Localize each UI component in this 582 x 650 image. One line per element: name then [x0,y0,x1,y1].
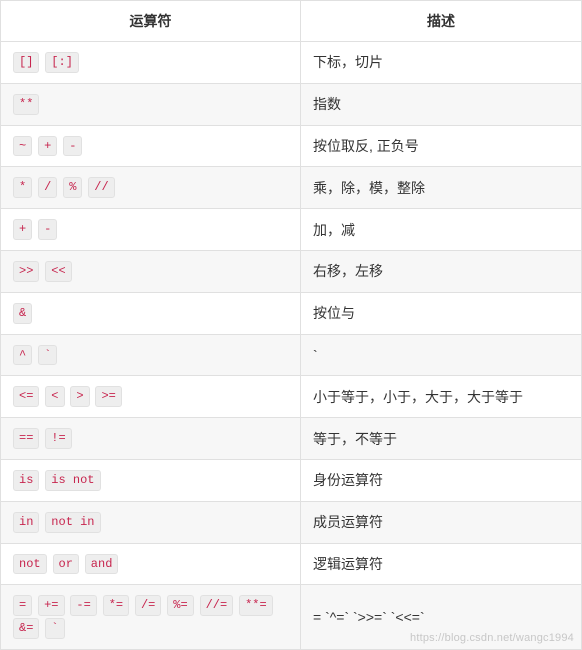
operator-token: in [13,512,39,533]
operator-token: ~ [13,136,32,157]
operator-cell: [] [:] [1,42,301,84]
description-cell: 按位与 [301,292,582,334]
operator-token: == [13,428,39,449]
table-row: * / % // 乘，除，模，整除 [1,167,582,209]
table-row: == != 等于，不等于 [1,418,582,460]
operator-token: != [45,428,71,449]
operator-token: %= [167,595,193,616]
operator-token: or [53,554,79,575]
operator-cell: in not in [1,501,301,543]
description-cell: 逻辑运算符 [301,543,582,585]
operator-token: /= [135,595,161,616]
description-cell: 身份运算符 [301,459,582,501]
operator-token: < [45,386,64,407]
table-row: in not in 成员运算符 [1,501,582,543]
operator-cell: = += -= *= /= %= //= **= &= ` [1,585,301,650]
operator-token: not [13,554,47,575]
table-row: [] [:] 下标，切片 [1,42,582,84]
header-description: 描述 [301,1,582,42]
description-cell: 成员运算符 [301,501,582,543]
description-cell: 按位取反, 正负号 [301,125,582,167]
operator-token: * [13,177,32,198]
operator-token: ** [13,94,39,115]
description-cell: 小于等于，小于，大于，大于等于 [301,376,582,418]
operator-token: ^ [13,345,32,366]
table-row: ~ + - 按位取反, 正负号 [1,125,582,167]
operator-token: //= [200,595,234,616]
operator-token: <= [13,386,39,407]
table-row: <= < > >= 小于等于，小于，大于，大于等于 [1,376,582,418]
operator-token: [] [13,52,39,73]
table-row: = += -= *= /= %= //= **= &= ` = `^=` `>>… [1,585,582,650]
operator-token: % [63,177,82,198]
operator-token: >> [13,261,39,282]
operator-token: / [38,177,57,198]
operator-cell: ^ ` [1,334,301,376]
table-row: ** 指数 [1,83,582,125]
description-cell: 下标，切片 [301,42,582,84]
operator-token: // [88,177,114,198]
operator-token: &= [13,618,39,639]
operator-token: *= [103,595,129,616]
description-cell: ` [301,334,582,376]
operator-token: = [13,595,32,616]
operator-cell: <= < > >= [1,376,301,418]
operator-cell: + - [1,209,301,251]
description-cell: 等于，不等于 [301,418,582,460]
header-operator: 运算符 [1,1,301,42]
operator-token: is [13,470,39,491]
description-cell: 加，减 [301,209,582,251]
operator-cell: >> << [1,250,301,292]
operator-token: << [45,261,71,282]
table-row: ^ ` ` [1,334,582,376]
operator-cell: * / % // [1,167,301,209]
operator-cell: is is not [1,459,301,501]
operator-token: ` [38,345,57,366]
table-container: 运算符 描述 [] [:] 下标，切片** 指数~ + - 按位取反, 正负号*… [0,0,582,650]
operator-cell: & [1,292,301,334]
table-header-row: 运算符 描述 [1,1,582,42]
description-cell: 指数 [301,83,582,125]
operator-precedence-table: 运算符 描述 [] [:] 下标，切片** 指数~ + - 按位取反, 正负号*… [0,0,582,650]
operator-token: and [85,554,119,575]
operator-cell: not or and [1,543,301,585]
description-cell: 右移，左移 [301,250,582,292]
description-cell: 乘，除，模，整除 [301,167,582,209]
table-row: + - 加，减 [1,209,582,251]
operator-token: is not [45,470,100,491]
operator-token: >= [95,386,121,407]
operator-token: + [13,219,32,240]
operator-cell: == != [1,418,301,460]
operator-token: > [70,386,89,407]
table-row: >> << 右移，左移 [1,250,582,292]
operator-token: not in [45,512,100,533]
operator-cell: ~ + - [1,125,301,167]
table-row: is is not 身份运算符 [1,459,582,501]
operator-token: **= [239,595,273,616]
operator-token: + [38,136,57,157]
table-row: not or and 逻辑运算符 [1,543,582,585]
operator-token: & [13,303,32,324]
operator-token: - [63,136,82,157]
operator-token: [:] [45,52,79,73]
table-row: & 按位与 [1,292,582,334]
operator-cell: ** [1,83,301,125]
operator-token: -= [70,595,96,616]
description-cell: = `^=` `>>=` `<<=` [301,585,582,650]
operator-token: += [38,595,64,616]
operator-token: ` [45,618,64,639]
operator-token: - [38,219,57,240]
